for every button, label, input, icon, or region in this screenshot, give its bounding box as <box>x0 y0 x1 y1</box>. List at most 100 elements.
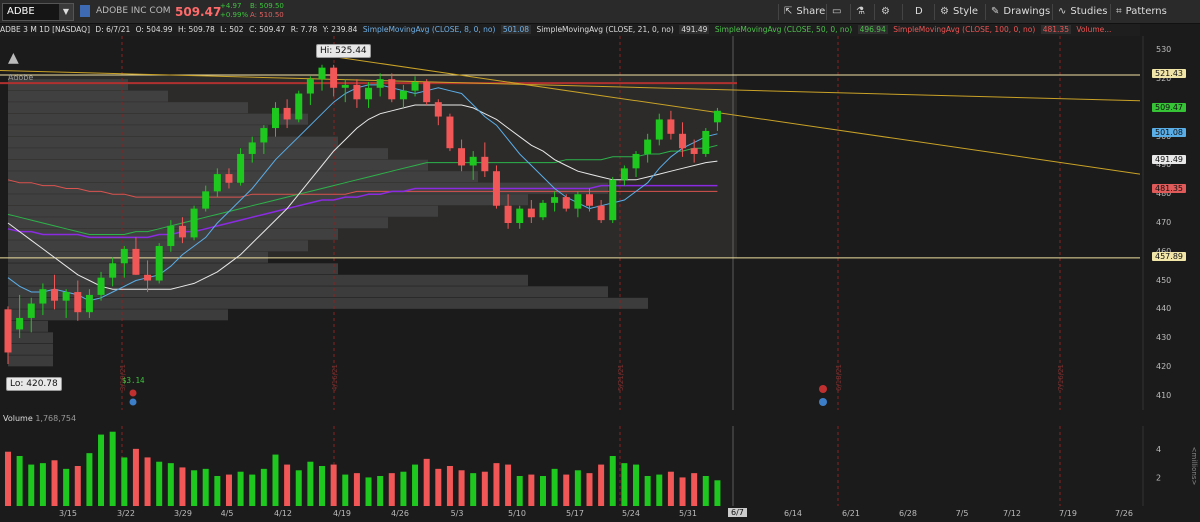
volume-bar <box>574 470 581 506</box>
candle-body <box>167 225 175 247</box>
future-earnings-icon <box>819 385 827 393</box>
volume-profile-bar <box>8 125 268 137</box>
date-tick-label: 7/26 <box>1115 509 1133 518</box>
volume-bar <box>644 476 651 506</box>
date-tick-label: 4/26 <box>391 509 409 518</box>
volume-bar <box>284 464 291 506</box>
price-tick-label: 420 <box>1156 361 1172 371</box>
candle-body <box>423 82 431 103</box>
compare-button[interactable]: ▭ <box>832 4 845 20</box>
price-badge: 481.35 <box>1152 184 1186 194</box>
volume-profile-bar <box>8 194 528 206</box>
volume-chart[interactable]: 4 2 <millions> <box>0 426 1200 506</box>
ohlc-range: R: 7.78 <box>290 25 318 34</box>
candle-body <box>74 292 82 313</box>
last-price: 509.47 <box>175 5 222 19</box>
bid-ask: B: 509.50 A: 510.50 <box>250 2 284 20</box>
candle-body <box>376 79 384 88</box>
candle-body <box>109 263 117 278</box>
candle-body <box>469 156 477 166</box>
expiry-marker-label: 5/21/21 <box>617 364 625 391</box>
volume-profile-bar <box>8 309 228 321</box>
sma21-label[interactable]: SimpleMovingAvg (CLOSE, 21, 0, no) <box>536 25 673 34</box>
price-badge: 491.49 <box>1152 155 1186 165</box>
drawings-button[interactable]: ✎ Drawings <box>991 4 1050 20</box>
candle-body <box>213 174 221 192</box>
volume-panel[interactable]: 4 2 <millions> <box>0 426 1200 506</box>
volume-bar <box>330 464 337 506</box>
date-tick-label: 6/21 <box>842 509 860 518</box>
volume-bar <box>446 466 453 506</box>
volume-bar <box>121 457 128 506</box>
price-tick-label: 530 <box>1156 45 1172 55</box>
date-tick-label: 5/10 <box>508 509 526 518</box>
price-panel[interactable]: 3/19/21 4/16/21 5/21/21 6/18/21 7/16/21 $3.14… <box>0 36 1200 410</box>
candle-body <box>516 208 524 223</box>
symbol-dropdown-icon[interactable]: ▼ <box>59 4 73 20</box>
date-tick-label: 3/29 <box>174 509 192 518</box>
volume-bar <box>156 461 163 506</box>
volume-bar <box>528 474 535 506</box>
volume-bar <box>179 467 186 506</box>
sma8-label[interactable]: SimpleMovingAvg (CLOSE, 8, 0, no) <box>363 25 496 34</box>
sma50-value: 496.94 <box>857 25 888 34</box>
ask-price: A: 510.50 <box>250 11 284 19</box>
settings-button[interactable]: ⚙ <box>881 4 894 20</box>
volume-bar <box>609 456 616 506</box>
compare-icon: ▭ <box>832 6 842 17</box>
x-axis: 3/15 3/22 3/29 4/5 4/12 4/19 4/26 5/3 5/10 5/17 5/… <box>0 506 1200 522</box>
date-tick-label: 6/28 <box>899 509 917 518</box>
price-chart[interactable]: 3/19/21 4/16/21 5/21/21 6/18/21 7/16/21$3.14 <box>0 36 1200 410</box>
volume-profile-bar <box>8 90 168 102</box>
candle-body <box>97 277 105 295</box>
volume-bar <box>621 463 628 506</box>
studies-button[interactable]: ∿ Studies <box>1058 4 1108 20</box>
sma50-label[interactable]: SimpleMovingAvg (CLOSE, 50, 0, no) <box>715 25 852 34</box>
volume-bar <box>272 454 279 506</box>
candle-body <box>690 148 698 154</box>
adobe-logo-text: Adobe <box>8 73 34 82</box>
symbol-link-icon[interactable] <box>80 5 90 17</box>
volume-bar <box>16 456 23 506</box>
volume-bar <box>551 468 558 506</box>
volume-bar <box>342 474 349 506</box>
style-button[interactable]: ⚙ Style <box>940 4 978 20</box>
volume-bar <box>319 466 326 506</box>
style-icon: ⚙ <box>940 6 949 17</box>
volume-profile-bar <box>8 136 338 148</box>
candle-body <box>679 133 687 149</box>
candle-body <box>318 67 326 80</box>
volume-study-label[interactable]: Volume... <box>1076 25 1111 34</box>
volume-bar <box>249 474 256 506</box>
candle <box>609 176 617 223</box>
volume-bar <box>295 470 302 506</box>
patterns-button[interactable]: ⌗ Patterns <box>1116 4 1167 20</box>
candle <box>190 205 198 241</box>
share-button[interactable]: ⇱ Share <box>784 4 825 20</box>
ohlc-close: C: 509.47 <box>248 25 286 34</box>
company-name: ADOBE INC COM <box>96 6 171 16</box>
candle-body <box>458 148 466 166</box>
sma100-label[interactable]: SimpleMovingAvg (CLOSE, 100, 0, no) <box>893 25 1035 34</box>
aggregation-button[interactable]: D <box>915 4 923 20</box>
symbol-input[interactable]: ADBE ▼ <box>2 3 74 21</box>
price-badge: 457.89 <box>1152 251 1186 261</box>
date-tick-label: 5/24 <box>622 509 640 518</box>
date-tick-label: 3/22 <box>117 509 135 518</box>
ohlc-y: Y: 239.84 <box>322 25 358 34</box>
candle-body <box>237 153 245 183</box>
candle-body <box>62 292 70 301</box>
candle-body <box>341 84 349 88</box>
candle-body <box>446 116 454 149</box>
volume-bar <box>714 480 721 506</box>
flask-button[interactable]: ⚗ <box>856 4 869 20</box>
symbol-text: ADBE <box>7 6 35 17</box>
candle-body <box>713 110 721 123</box>
price-badge: 521.43 <box>1152 69 1186 79</box>
candle-body <box>504 205 512 223</box>
style-label: Style <box>952 6 979 17</box>
price-tick-label: 440 <box>1156 304 1172 314</box>
bid-price: B: 509.50 <box>250 2 284 10</box>
candle-body <box>609 179 617 221</box>
candle-body <box>527 208 535 218</box>
